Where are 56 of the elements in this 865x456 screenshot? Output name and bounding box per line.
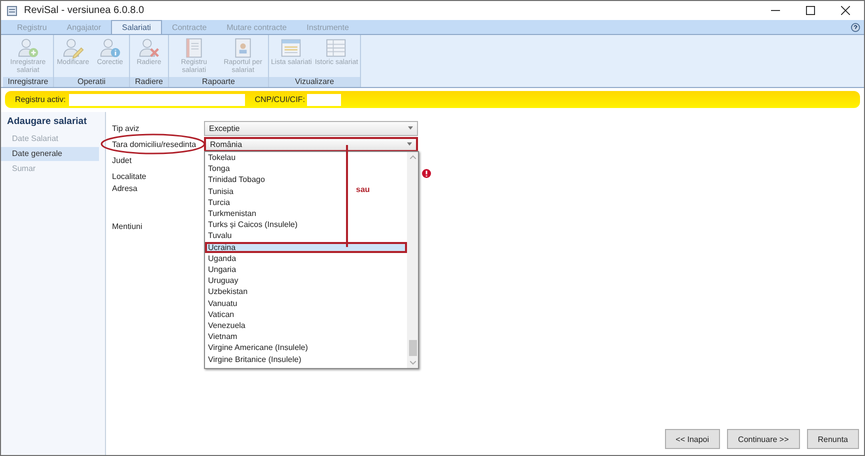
dropdown-option[interactable]: Virgine Americane (Insulele) bbox=[205, 342, 311, 354]
table-icon bbox=[325, 37, 348, 59]
nav-button[interactable]: Renunta bbox=[806, 429, 859, 449]
ribbon-group-label: Vizualizare bbox=[269, 77, 360, 87]
caret-icon bbox=[407, 142, 412, 146]
caret-icon bbox=[408, 126, 413, 130]
ribbon-group-label: Rapoarte bbox=[169, 77, 268, 87]
dropdown[interactable]: România bbox=[204, 136, 418, 152]
cnp-field[interactable] bbox=[306, 94, 341, 106]
field-label: Tara domiciliu/resedinta bbox=[112, 140, 198, 148]
dropdown-option[interactable]: Vanuatu bbox=[205, 298, 240, 309]
field-label: Judet bbox=[112, 156, 133, 164]
dropdown-option[interactable]: Tonga bbox=[205, 163, 233, 174]
window-title: ReviSal - versiunea 6.0.8.0 bbox=[24, 5, 144, 16]
ribbon-group-label: Operatii bbox=[54, 77, 129, 87]
dropdown-option[interactable]: Tunisia bbox=[205, 186, 236, 197]
dropdown-option[interactable]: Ucraina bbox=[205, 242, 407, 253]
dropdown-option[interactable]: Tokelau bbox=[205, 152, 239, 164]
scrollbar[interactable] bbox=[407, 152, 418, 368]
help-icon[interactable] bbox=[851, 23, 860, 32]
registry-field[interactable] bbox=[68, 94, 245, 106]
nav-button[interactable]: << Inapoi bbox=[664, 429, 720, 449]
dropdown-option[interactable]: Vietnam bbox=[205, 331, 240, 342]
sidebar-item[interactable]: Date generale bbox=[1, 147, 99, 161]
dropdown-option[interactable]: Venezuela bbox=[205, 320, 248, 332]
scroll-thumb[interactable] bbox=[408, 340, 416, 356]
ribbon-group-label: Inregistrare bbox=[3, 77, 53, 87]
dropdown-option[interactable]: Vatican bbox=[205, 308, 238, 320]
dropdown-option[interactable]: Ungaria bbox=[205, 264, 240, 276]
annotation-text: sau bbox=[356, 185, 370, 194]
sidebar-title: Adaugare salariat bbox=[6, 116, 88, 127]
dropdown[interactable]: Exceptie bbox=[204, 120, 418, 136]
dropdown-option[interactable]: Uruguay bbox=[205, 275, 242, 286]
dropdown-option[interactable]: Uganda bbox=[205, 252, 240, 264]
field-label: Localitate bbox=[112, 172, 148, 180]
dropdown-option[interactable]: Uzbekistan bbox=[205, 286, 251, 298]
nav-button[interactable]: Continuare >> bbox=[727, 429, 800, 449]
scroll-down-icon[interactable] bbox=[410, 361, 416, 365]
field-label: Adresa bbox=[112, 184, 138, 193]
dropdown-option[interactable]: Turkmenistan bbox=[205, 208, 260, 220]
field-label: Tip aviz bbox=[112, 124, 140, 132]
cnp-label: CNP/CUI/CIF: bbox=[254, 95, 305, 104]
dropdown-option[interactable]: Virgine Britanice (Insulele) bbox=[205, 354, 304, 365]
maximize-icon[interactable] bbox=[806, 6, 815, 15]
ribbon-tab[interactable]: Salariati bbox=[111, 20, 162, 34]
dropdown-option[interactable]: Trinidad Tobago bbox=[205, 174, 268, 186]
list-icon bbox=[280, 37, 302, 59]
ribbon-group-label: Radiere bbox=[130, 77, 168, 87]
app-icon bbox=[7, 6, 17, 16]
close-icon[interactable] bbox=[841, 6, 850, 15]
dropdown-option[interactable]: Tuvalu bbox=[205, 230, 235, 242]
registry-label: Registru activ: bbox=[15, 95, 66, 104]
dropdown-option[interactable]: Turks și Caicos (Insulele) bbox=[205, 219, 301, 230]
field-label: Mentiuni bbox=[112, 222, 144, 230]
dropdown-option[interactable]: Turcia bbox=[205, 196, 233, 208]
scroll-up-icon[interactable] bbox=[410, 155, 416, 159]
